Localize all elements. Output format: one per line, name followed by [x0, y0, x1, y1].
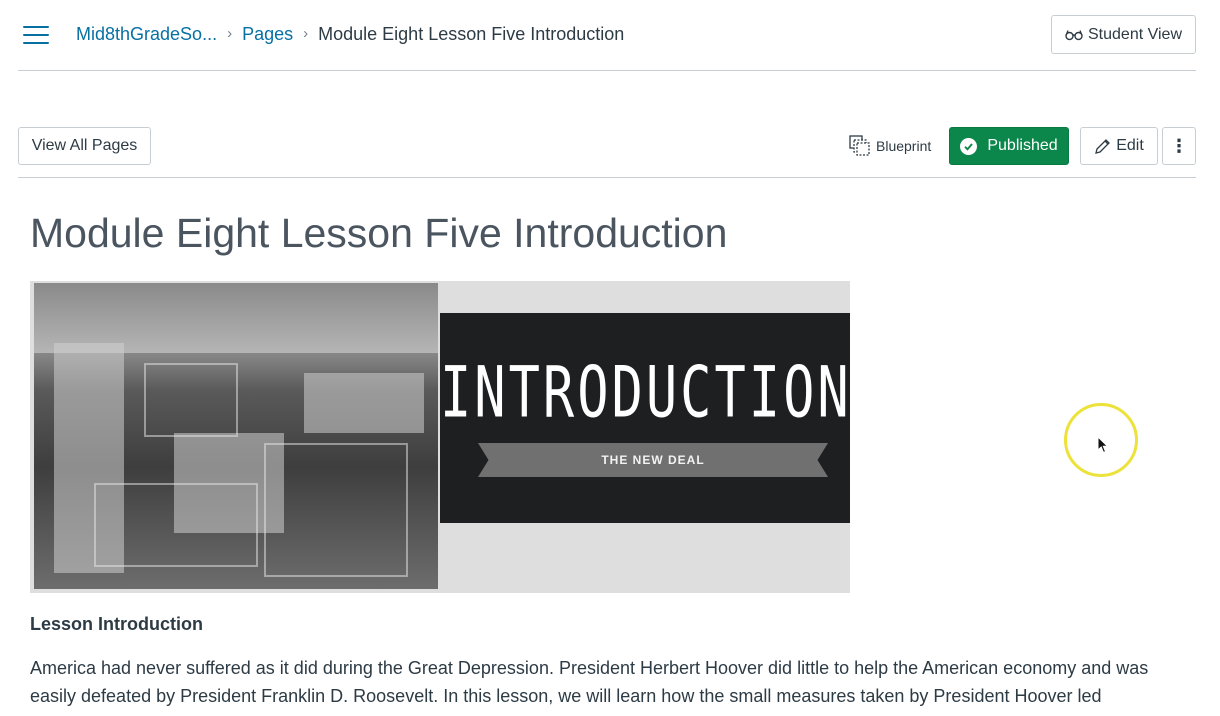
banner-title: INTRODUCTION	[440, 353, 850, 434]
toolbar-divider	[18, 177, 1196, 178]
lesson-text: America had never suffered as it did dur…	[30, 658, 1149, 706]
view-all-pages-button[interactable]: View All Pages	[18, 127, 151, 165]
check-circle-icon	[960, 137, 978, 155]
glasses-icon	[1065, 29, 1083, 40]
edit-label: Edit	[1116, 137, 1144, 154]
top-header: Mid8thGradeSo... › Pages › Module Eight …	[0, 0, 1220, 70]
mouse-cursor-icon	[1097, 436, 1109, 454]
breadcrumb-separator-icon: ›	[227, 25, 233, 42]
blueprint-button[interactable]: Blueprint	[849, 135, 931, 156]
pencil-icon	[1095, 138, 1111, 154]
breadcrumb-course[interactable]: Mid8thGradeSo...	[76, 22, 217, 46]
breadcrumb-separator-icon: ›	[303, 25, 309, 42]
hamburger-menu-icon[interactable]	[23, 26, 49, 44]
student-view-label: Student View	[1088, 25, 1182, 43]
published-label: Published	[987, 137, 1058, 154]
breadcrumb-pages[interactable]: Pages	[242, 22, 293, 46]
blueprint-label: Blueprint	[876, 137, 932, 154]
published-button[interactable]: Published	[949, 127, 1069, 165]
introduction-card: INTRODUCTION THE NEW DEAL	[440, 313, 850, 523]
lesson-heading: Lesson Introduction	[30, 614, 203, 634]
blueprint-icon	[849, 135, 870, 156]
construction-photo	[34, 283, 438, 589]
header-divider	[18, 70, 1196, 71]
breadcrumb-current-page: Module Eight Lesson Five Introduction	[318, 24, 625, 44]
edit-button[interactable]: Edit	[1080, 127, 1158, 165]
banner-subtitle: THE NEW DEAL	[601, 453, 705, 467]
lesson-banner-image: INTRODUCTION THE NEW DEAL	[30, 281, 850, 593]
kebab-icon: ⋮	[1170, 135, 1188, 156]
breadcrumb: Mid8thGradeSo... › Pages › Module Eight …	[76, 22, 624, 46]
student-view-button[interactable]: Student View	[1051, 15, 1196, 54]
page-title: Module Eight Lesson Five Introduction	[30, 210, 728, 256]
banner-ribbon: THE NEW DEAL	[478, 443, 828, 477]
more-options-button[interactable]: ⋮	[1162, 127, 1196, 165]
